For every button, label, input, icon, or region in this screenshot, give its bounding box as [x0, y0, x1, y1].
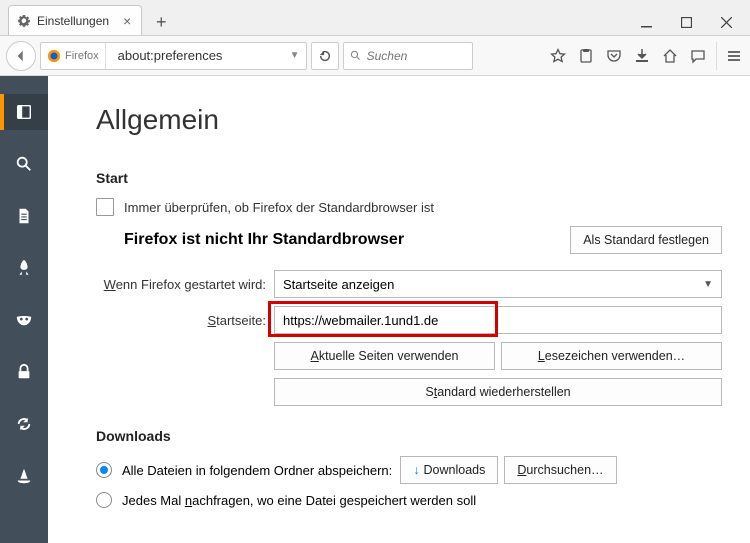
use-current-button[interactable]: Aktuelle Seiten verwenden: [274, 342, 495, 370]
search-bar[interactable]: [343, 42, 473, 70]
reader-button[interactable]: [572, 42, 600, 70]
section-downloads-heading: Downloads: [96, 428, 722, 444]
search-input[interactable]: [367, 49, 466, 63]
firefox-icon: [47, 49, 61, 63]
window-titlebar: Einstellungen × +: [0, 0, 750, 36]
homepage-input[interactable]: [274, 306, 722, 334]
gear-icon: [17, 14, 31, 28]
maximize-button[interactable]: [666, 9, 706, 35]
downloads-button[interactable]: [628, 42, 656, 70]
check-default-label: Immer überprüfen, ob Firefox der Standar…: [124, 200, 434, 215]
tab-title: Einstellungen: [37, 14, 109, 28]
close-tab-icon[interactable]: ×: [123, 13, 131, 29]
clipboard-icon: [578, 48, 594, 64]
when-start-label: Wenn Firefox gestartet wird:: [96, 277, 266, 292]
hamburger-icon: [726, 48, 742, 64]
sync-icon: [15, 415, 33, 433]
download-icon: [634, 48, 650, 64]
lock-icon: [15, 363, 33, 381]
downloads-folder-button[interactable]: ↓Downloads: [400, 456, 498, 484]
set-default-button[interactable]: Als Standard festlegen: [570, 226, 722, 254]
close-window-button[interactable]: [706, 9, 746, 35]
ask-each-label: Jedes Mal nachfragen, wo eine Datei gesp…: [122, 493, 476, 508]
star-icon: [550, 48, 566, 64]
rocket-icon: [15, 259, 33, 277]
check-default-checkbox[interactable]: [96, 198, 114, 216]
restore-default-button[interactable]: Standard wiederherstellen: [274, 378, 722, 406]
sidebar-item-content[interactable]: [0, 198, 48, 234]
browser-tab[interactable]: Einstellungen ×: [8, 5, 142, 35]
search-icon: [15, 155, 33, 173]
minimize-button[interactable]: [626, 9, 666, 35]
wizard-hat-icon: [15, 467, 33, 485]
menu-button[interactable]: [716, 42, 744, 70]
sidebar-item-security[interactable]: [0, 354, 48, 390]
section-start-heading: Start: [96, 170, 722, 186]
sidebar-item-sync[interactable]: [0, 406, 48, 442]
arrow-left-icon: [14, 49, 28, 63]
homepage-label: Startseite:: [96, 313, 266, 328]
when-start-select[interactable]: Startseite anzeigen ▼: [274, 270, 722, 298]
when-start-value: Startseite anzeigen: [283, 277, 394, 292]
pocket-icon: [606, 48, 622, 64]
chat-icon: [690, 48, 706, 64]
ask-each-radio[interactable]: [96, 492, 112, 508]
reload-icon: [318, 49, 332, 63]
sidebar-item-privacy[interactable]: [0, 302, 48, 338]
chat-button[interactable]: [684, 42, 712, 70]
back-button[interactable]: [6, 41, 36, 71]
nav-toolbar: Firefox about:preferences ▼: [0, 36, 750, 76]
tab-strip: Einstellungen × +: [0, 0, 174, 35]
sidebar-item-search[interactable]: [0, 146, 48, 182]
page-title: Allgemein: [96, 104, 722, 136]
window-controls: [626, 9, 746, 35]
pocket-button[interactable]: [600, 42, 628, 70]
save-to-radio[interactable]: [96, 462, 112, 478]
mask-icon: [15, 311, 33, 329]
save-to-label: Alle Dateien in folgendem Ordner abspeic…: [122, 463, 392, 478]
identity-box[interactable]: Firefox: [41, 43, 106, 69]
sidebar-item-general[interactable]: [0, 94, 48, 130]
download-arrow-icon: ↓: [413, 463, 419, 477]
reload-button[interactable]: [311, 42, 339, 70]
home-button[interactable]: [656, 42, 684, 70]
sidebar-item-advanced[interactable]: [0, 458, 48, 494]
new-tab-button[interactable]: +: [148, 9, 174, 35]
chevron-down-icon: ▼: [703, 279, 713, 290]
preferences-sidebar: [0, 76, 48, 543]
url-bar[interactable]: Firefox about:preferences ▼: [40, 42, 307, 70]
sidebar-item-applications[interactable]: [0, 250, 48, 286]
identity-label: Firefox: [65, 50, 99, 62]
url-text[interactable]: about:preferences: [110, 48, 280, 63]
browse-button[interactable]: Durchsuchen…: [504, 456, 616, 484]
bookmark-star-button[interactable]: [544, 42, 572, 70]
search-icon: [350, 49, 361, 62]
use-bookmark-button[interactable]: Lesezeichen verwenden…: [501, 342, 722, 370]
url-dropdown-icon[interactable]: ▼: [284, 50, 306, 61]
preferences-content: Allgemein Start Immer überprüfen, ob Fir…: [48, 76, 750, 543]
document-icon: [15, 207, 33, 225]
toolbar-icons: [544, 42, 744, 70]
not-default-label: Firefox ist nicht Ihr Standardbrowser: [124, 231, 404, 249]
panel-icon: [15, 103, 33, 121]
home-icon: [662, 48, 678, 64]
